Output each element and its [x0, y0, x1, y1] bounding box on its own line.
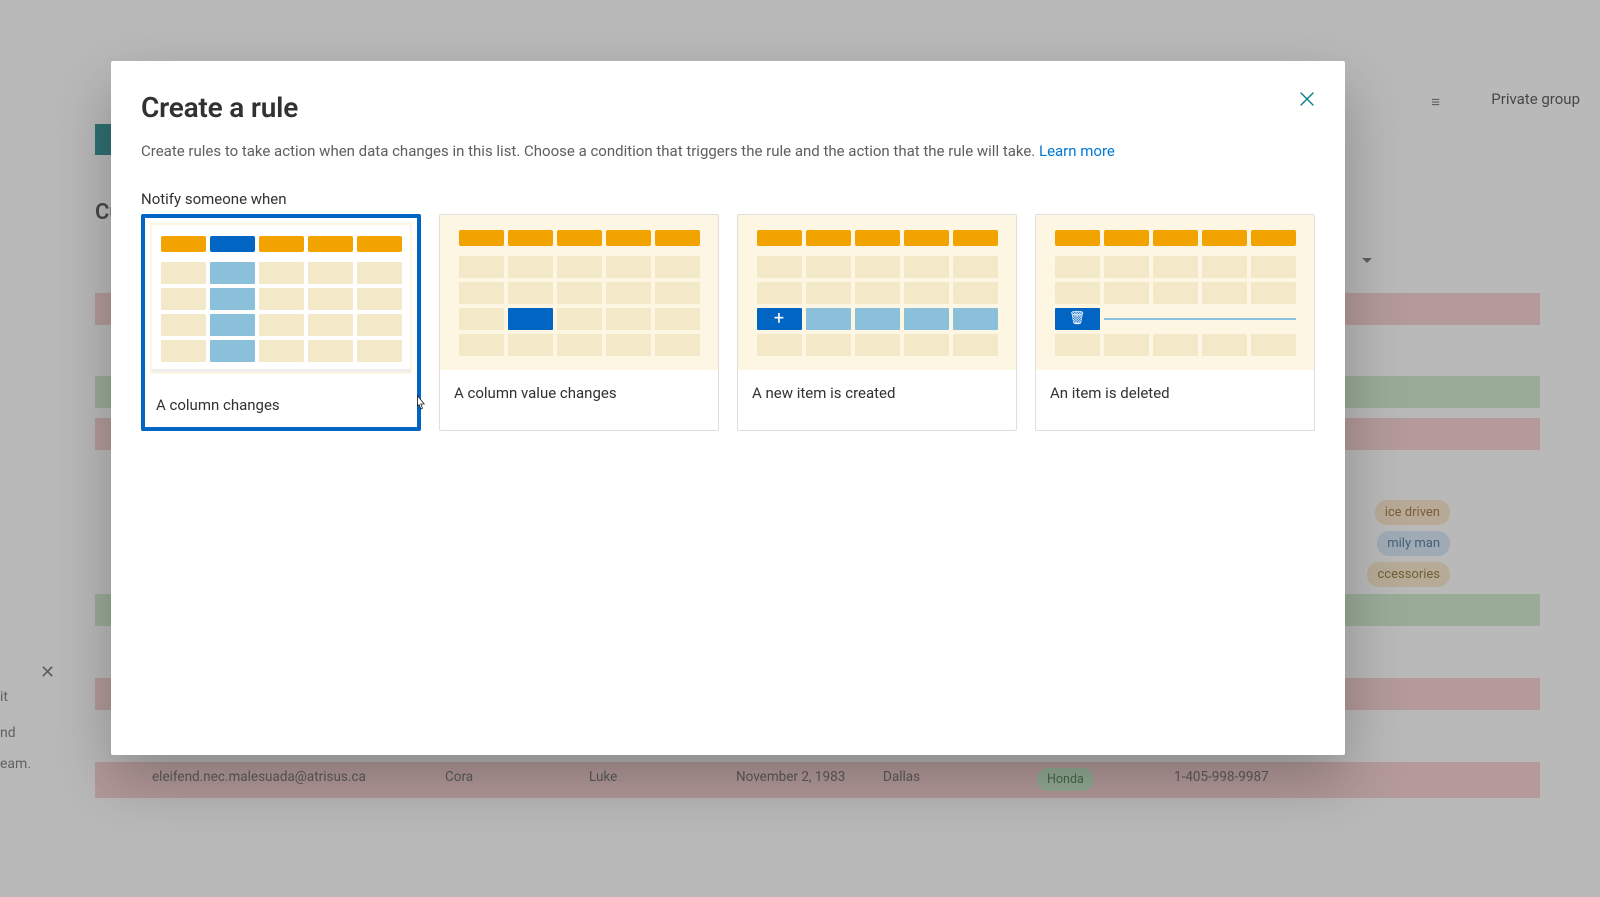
rule-card-label: A column changes: [142, 382, 420, 430]
rule-card-illustration: [440, 215, 718, 370]
modal-description: Create rules to take action when data ch…: [141, 142, 1315, 160]
modal-description-text: Create rules to take action when data ch…: [141, 142, 1039, 160]
rule-card-illustration: +: [738, 215, 1016, 370]
learn-more-link[interactable]: Learn more: [1039, 142, 1115, 160]
close-button[interactable]: [1291, 83, 1323, 115]
create-rule-modal: Create a rule Create rules to take actio…: [111, 61, 1345, 755]
strike-line: [1104, 318, 1296, 320]
rule-card-new-item[interactable]: + A new item is created: [737, 214, 1017, 431]
trash-icon: 🗑: [1055, 308, 1100, 330]
rule-card-illustration: [150, 223, 412, 374]
rule-card-label: An item is deleted: [1036, 370, 1314, 418]
modal-title: Create a rule: [141, 91, 1315, 124]
plus-icon: +: [757, 308, 802, 330]
rule-card-illustration: 🗑: [1036, 215, 1314, 370]
rule-card-item-deleted[interactable]: 🗑 An item is deleted: [1035, 214, 1315, 431]
section-heading: Notify someone when: [141, 190, 1315, 208]
rule-card-label: A column value changes: [440, 370, 718, 418]
rule-card-column-changes[interactable]: A column changes: [141, 214, 421, 431]
rule-card-column-value-changes[interactable]: A column value changes: [439, 214, 719, 431]
rule-card-label: A new item is created: [738, 370, 1016, 418]
close-icon: [1299, 91, 1315, 107]
rule-type-cards: A column changes A column value changes: [141, 214, 1315, 431]
